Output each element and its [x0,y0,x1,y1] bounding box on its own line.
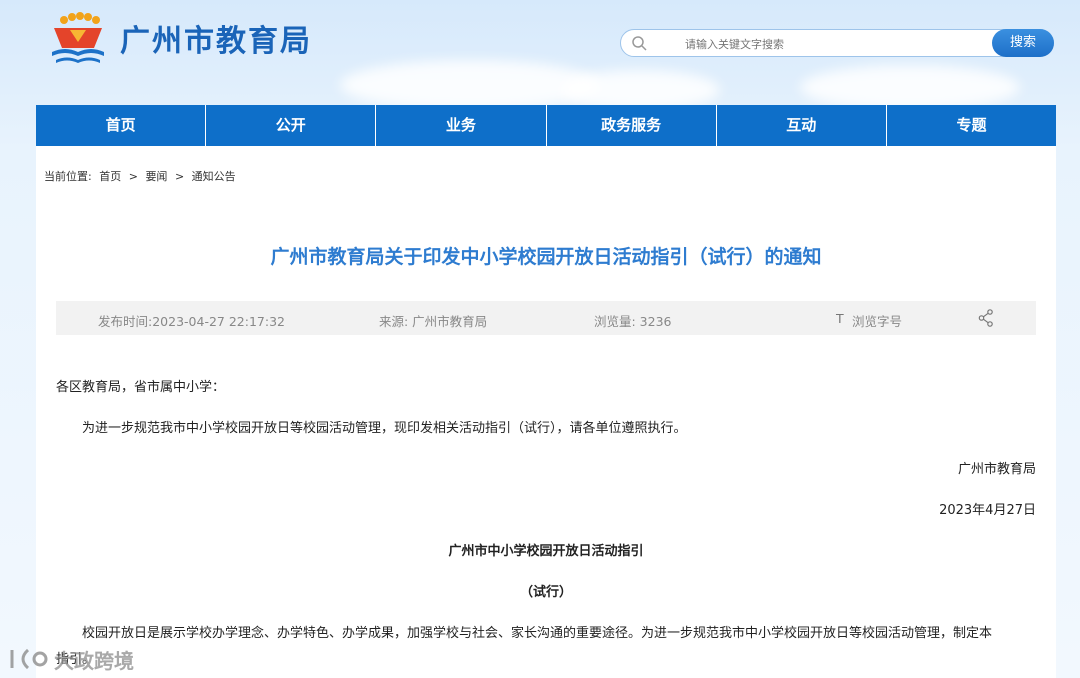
search-input[interactable] [661,32,987,56]
breadcrumb-prefix: 当前位置: [44,170,92,183]
site-title[interactable]: 广州市教育局 [120,16,312,60]
breadcrumb-item-notices[interactable]: 通知公告 [192,170,236,183]
article-source: 来源: 广州市教育局 [379,314,488,329]
search-button[interactable]: 搜索 [992,29,1054,57]
article-title: 广州市教育局关于印发中小学校园开放日活动指引（试行）的通知 [270,246,822,268]
document-subtitle: （试行） [519,585,572,600]
publish-time: 发布时间:2023-04-27 22:17:32 [98,314,285,329]
education-bureau-logo[interactable] [48,12,108,68]
breadcrumb: 当前位置: 首页 > 要闻 > 通知公告 [44,168,240,184]
nav-item-business[interactable]: 业务 [376,105,547,146]
font-size-icon[interactable]: T [836,311,844,326]
site-header: 广州市教育局 搜索 [0,0,1080,105]
breadcrumb-item-home[interactable]: 首页 [99,170,121,183]
article-date: 2023年4月27日 [939,503,1036,518]
nav-item-home[interactable]: 首页 [36,105,207,146]
nav-item-government-services[interactable]: 政务服务 [547,105,717,146]
main-navigation: 首页 公开 业务 政务服务 互动 专题 [36,105,1056,146]
watermark-text: 大政跨境 [54,649,134,673]
nav-item-public[interactable]: 公开 [206,105,377,146]
nav-item-topics[interactable]: 专题 [887,105,1056,146]
article-signature: 广州市教育局 [957,462,1036,477]
watermark-logo-icon [10,648,48,670]
search-icon [632,36,647,51]
breadcrumb-item-news[interactable]: 要闻 [145,170,167,183]
breadcrumb-separator: > [128,170,138,183]
view-count: 浏览量: 3236 [594,314,672,329]
share-icon[interactable] [978,309,994,327]
article-salutation: 各区教育局，省市属中小学： [56,380,226,395]
article-meta-bar: 发布时间:2023-04-27 22:17:32 来源: 广州市教育局 浏览量:… [56,301,1036,335]
article-paragraph: 校园开放日是展示学校办学理念、办学特色、办学成果，加强学校与社会、家长沟通的重要… [82,626,993,641]
breadcrumb-separator: > [174,170,185,183]
article-paragraph: 为进一步规范我市中小学校园开放日等校园活动管理，现印发相关活动指引（试行），请各… [82,421,687,436]
document-title: 广州市中小学校园开放日活动指引 [448,544,644,559]
font-size-button[interactable]: 浏览字号 [852,311,902,330]
watermark: 大政跨境 [8,642,158,674]
search-box: 搜索 [620,29,1054,57]
nav-item-interaction[interactable]: 互动 [717,105,887,146]
article-container: 当前位置: 首页 > 要闻 > 通知公告 广州市教育局关于印发中小学校园开放日活… [36,146,1056,678]
